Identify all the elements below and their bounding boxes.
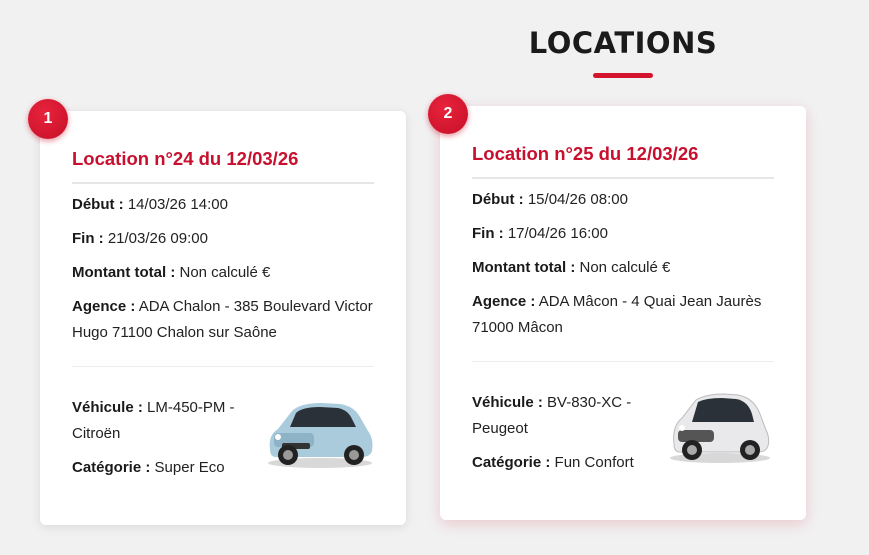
end-row: Fin : 17/04/26 16:00 [472,221,774,247]
title-underline [593,73,653,78]
rental-card-2[interactable]: Location n°25 du 12/03/26 Début : 15/04/… [440,106,806,520]
vehicle-row: Véhicule : LM-450-PM - Citroën [72,395,262,447]
vehicle-section: Véhicule : LM-450-PM - Citroën Catégorie… [72,395,374,481]
start-label: Début : [472,191,524,208]
rental-number-badge-2: 2 [428,94,468,134]
category-row: Catégorie : Fun Confort [472,450,662,476]
category-value: Super Eco [154,459,225,476]
car-image [670,393,770,463]
start-label: Début : [72,196,124,213]
end-value: 17/04/26 16:00 [507,225,608,242]
vehicle-label: Véhicule : [472,394,543,411]
total-row: Montant total : Non calculé € [472,255,774,281]
start-value: 15/04/26 08:00 [527,191,628,208]
agency-label: Agence : [472,293,536,310]
total-value: Non calculé € [579,259,671,276]
vehicle-label: Véhicule : [72,399,143,416]
rental-title[interactable]: Location n°25 du 12/03/26 [472,143,774,179]
agency-label: Agence : [72,298,136,315]
vehicle-row: Véhicule : BV-830-XC - Peugeot [472,390,662,442]
total-value: Non calculé € [179,264,271,281]
page-title: LOCATIONS [528,26,718,60]
agency-row: Agence : ADA Mâcon - 4 Quai Jean Jaurès … [472,289,774,341]
start-value: 14/03/26 14:00 [127,196,228,213]
total-label: Montant total : [72,264,176,281]
total-row: Montant total : Non calculé € [72,260,374,286]
category-label: Catégorie : [72,459,151,476]
divider [472,361,774,362]
end-label: Fin : [72,230,104,247]
vehicle-section: Véhicule : BV-830-XC - Peugeot Catégorie… [472,390,774,476]
car-image [268,403,373,468]
rental-title[interactable]: Location n°24 du 12/03/26 [72,148,374,184]
end-row: Fin : 21/03/26 09:00 [72,226,374,252]
category-value: Fun Confort [554,454,634,471]
start-row: Début : 14/03/26 14:00 [72,192,374,218]
start-row: Début : 15/04/26 08:00 [472,187,774,213]
total-label: Montant total : [472,259,576,276]
rental-card-1[interactable]: Location n°24 du 12/03/26 Début : 14/03/… [40,111,406,525]
divider [72,366,374,367]
vehicle-info: Véhicule : LM-450-PM - Citroën Catégorie… [72,395,262,481]
category-row: Catégorie : Super Eco [72,455,262,481]
vehicle-info: Véhicule : BV-830-XC - Peugeot Catégorie… [472,390,662,476]
end-label: Fin : [472,225,504,242]
end-value: 21/03/26 09:00 [107,230,208,247]
category-label: Catégorie : [472,454,551,471]
agency-row: Agence : ADA Chalon - 385 Boulevard Vict… [72,294,374,346]
rental-number-badge-1: 1 [28,99,68,139]
